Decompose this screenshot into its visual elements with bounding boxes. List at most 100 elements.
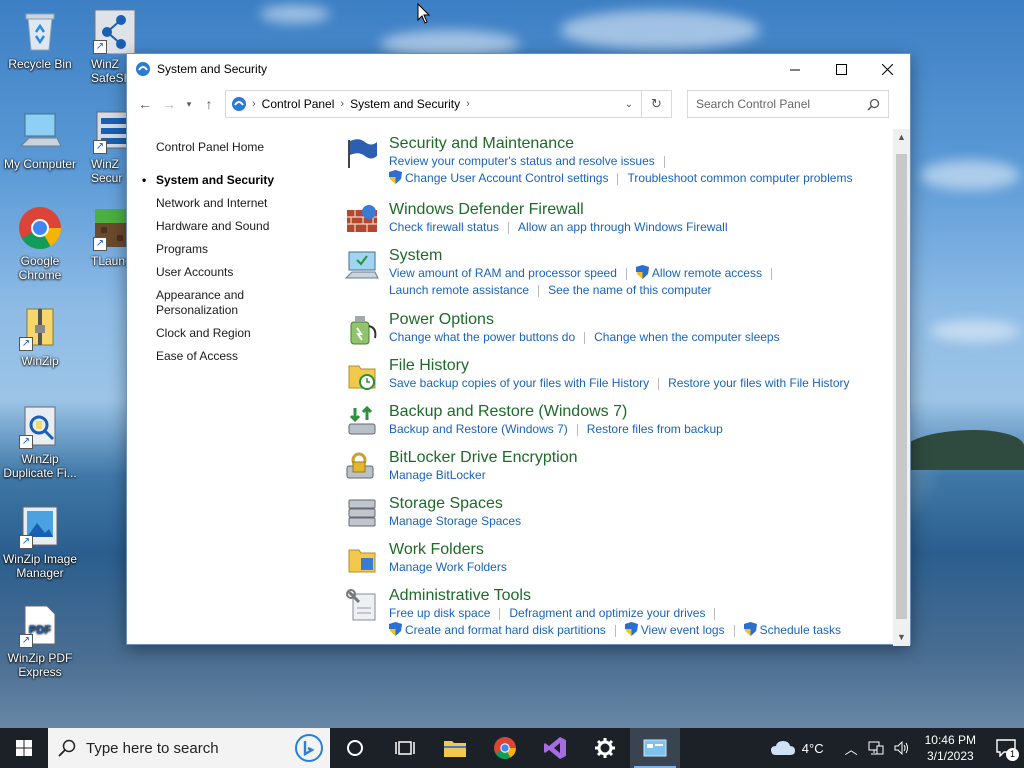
category-power-options: Power Options Change what the power butt… bbox=[345, 310, 895, 356]
link[interactable]: Change what the power buttons do bbox=[389, 330, 575, 344]
link[interactable]: Allow remote access bbox=[652, 266, 762, 280]
desktop-icon-winzip[interactable]: ↗ WinZip bbox=[0, 305, 80, 368]
category-title[interactable]: Windows Defender Firewall bbox=[389, 200, 895, 219]
chevron-right-icon[interactable]: › bbox=[466, 98, 470, 110]
mouse-cursor-icon bbox=[417, 3, 431, 24]
up-button[interactable]: ↑ bbox=[197, 92, 221, 116]
category-security-maintenance: Security and Maintenance Review your com… bbox=[345, 134, 895, 200]
taskbar-control-panel[interactable] bbox=[630, 728, 680, 768]
category-title[interactable]: Work Folders bbox=[389, 540, 895, 559]
minimize-button[interactable] bbox=[772, 54, 818, 84]
network-icon[interactable] bbox=[868, 741, 884, 755]
cortana-icon bbox=[347, 740, 363, 756]
nav-appearance-and-personalization[interactable]: Appearance and Personalization bbox=[156, 288, 266, 318]
link[interactable]: Manage Storage Spaces bbox=[389, 514, 521, 528]
speaker-icon[interactable] bbox=[894, 741, 910, 755]
title-bar[interactable]: System and Security bbox=[127, 54, 910, 84]
winzip-image-icon: ↗ bbox=[17, 503, 63, 549]
link[interactable]: Restore your files with File History bbox=[668, 376, 849, 390]
category-title[interactable]: Power Options bbox=[389, 310, 895, 329]
control-panel-window: System and Security ← → ▾ ↑ › Control Pa… bbox=[126, 53, 911, 646]
category-title[interactable]: Backup and Restore (Windows 7) bbox=[389, 402, 895, 421]
link[interactable]: See the name of this computer bbox=[548, 283, 711, 297]
link[interactable]: Manage Work Folders bbox=[389, 560, 507, 574]
desktop-icon-winzip-pdf-express[interactable]: PDF ↗ WinZip PDF Express bbox=[0, 602, 80, 679]
category-title[interactable]: BitLocker Drive Encryption bbox=[389, 448, 895, 467]
link[interactable]: Change User Account Control settings bbox=[405, 171, 608, 185]
address-bar[interactable]: › Control Panel › System and Security › … bbox=[225, 90, 642, 118]
category-title[interactable]: File History bbox=[389, 356, 895, 375]
back-button[interactable]: ← bbox=[133, 92, 157, 116]
refresh-button[interactable]: ↻ bbox=[642, 90, 672, 118]
link[interactable]: Check firewall status bbox=[389, 220, 499, 234]
link[interactable]: Backup and Restore (Windows 7) bbox=[389, 422, 568, 436]
maximize-button[interactable] bbox=[818, 54, 864, 84]
gear-icon bbox=[595, 738, 615, 758]
link[interactable]: Defragment and optimize your drives bbox=[509, 606, 705, 620]
link[interactable]: Restore files from backup bbox=[587, 422, 723, 436]
link[interactable]: Free up disk space bbox=[389, 606, 490, 620]
search-input[interactable] bbox=[696, 97, 867, 111]
weather-widget[interactable]: 4°C bbox=[770, 739, 824, 757]
winzip-duplicate-icon: ↗ bbox=[17, 403, 63, 449]
link[interactable]: View amount of RAM and processor speed bbox=[389, 266, 617, 280]
link[interactable]: Manage BitLocker bbox=[389, 468, 486, 482]
link[interactable]: View event logs bbox=[641, 623, 725, 637]
category-system: System View amount of RAM and processor … bbox=[345, 246, 895, 310]
file-history-icon bbox=[348, 365, 376, 390]
recent-locations-button[interactable]: ▾ bbox=[181, 92, 197, 116]
nav-clock-and-region[interactable]: Clock and Region bbox=[156, 326, 336, 341]
scroll-down-icon[interactable]: ▼ bbox=[893, 629, 910, 646]
scrollbar-thumb[interactable] bbox=[896, 154, 907, 619]
category-title[interactable]: Security and Maintenance bbox=[389, 134, 895, 153]
link[interactable]: Create and format hard disk partitions bbox=[405, 623, 606, 637]
link[interactable]: Change when the computer sleeps bbox=[594, 330, 779, 344]
nav-ease-of-access[interactable]: Ease of Access bbox=[156, 349, 336, 364]
close-button[interactable] bbox=[864, 54, 910, 84]
start-button[interactable] bbox=[0, 728, 48, 768]
task-view-button[interactable] bbox=[380, 728, 430, 768]
storage-spaces-icon bbox=[348, 499, 376, 527]
desktop-icon-winzip-duplicate-finder[interactable]: ↗ WinZip Duplicate Fi... bbox=[0, 403, 80, 480]
forward-button[interactable]: → bbox=[157, 92, 181, 116]
taskbar-file-explorer[interactable] bbox=[430, 728, 480, 768]
desktop-icon-winzip-image-manager[interactable]: ↗ WinZip Image Manager bbox=[0, 503, 80, 580]
link[interactable]: Review your computer's status and resolv… bbox=[389, 154, 655, 168]
notification-center-button[interactable]: 1 bbox=[988, 728, 1024, 768]
desktop-icon-google-chrome[interactable]: Google Chrome bbox=[0, 205, 80, 282]
category-title[interactable]: System bbox=[389, 246, 895, 265]
taskbar-settings[interactable] bbox=[580, 728, 630, 768]
desktop-icon-recycle-bin[interactable]: Recycle Bin bbox=[0, 8, 80, 71]
nav-user-accounts[interactable]: User Accounts bbox=[156, 265, 336, 280]
bing-icon[interactable] bbox=[294, 733, 324, 763]
nav-hardware-and-sound[interactable]: Hardware and Sound bbox=[156, 219, 336, 234]
cortana-button[interactable] bbox=[330, 728, 380, 768]
search-box[interactable] bbox=[687, 90, 889, 118]
search-icon[interactable] bbox=[867, 98, 880, 111]
vertical-scrollbar[interactable]: ▲ ▼ bbox=[893, 129, 910, 646]
taskbar-chrome[interactable] bbox=[480, 728, 530, 768]
link[interactable]: Save backup copies of your files with Fi… bbox=[389, 376, 649, 390]
search-icon bbox=[58, 739, 76, 757]
taskbar-search[interactable]: Type here to search bbox=[48, 728, 330, 768]
nav-programs[interactable]: Programs bbox=[156, 242, 336, 257]
taskbar-visual-studio[interactable] bbox=[530, 728, 580, 768]
winzip-icon: ↗ bbox=[17, 305, 63, 351]
address-dropdown-icon[interactable]: ⌄ bbox=[617, 99, 641, 110]
scroll-up-icon[interactable]: ▲ bbox=[893, 129, 910, 146]
breadcrumb-system-and-security[interactable]: System and Security bbox=[344, 97, 466, 111]
category-title[interactable]: Administrative Tools bbox=[389, 586, 895, 605]
category-title[interactable]: Storage Spaces bbox=[389, 494, 895, 513]
link[interactable]: Allow an app through Windows Firewall bbox=[518, 220, 727, 234]
nav-system-and-security[interactable]: System and Security bbox=[142, 173, 336, 188]
clock[interactable]: 10:46 PM 3/1/2023 bbox=[925, 732, 976, 764]
link[interactable]: Troubleshoot common computer problems bbox=[627, 171, 852, 185]
desktop-icon-my-computer[interactable]: My Computer bbox=[0, 108, 80, 171]
breadcrumb-control-panel[interactable]: Control Panel bbox=[256, 97, 341, 111]
nav-network-and-internet[interactable]: Network and Internet bbox=[156, 196, 336, 211]
nav-control-panel-home[interactable]: Control Panel Home bbox=[156, 140, 336, 155]
link[interactable]: Schedule tasks bbox=[760, 623, 841, 637]
chevron-up-icon[interactable]: ︿ bbox=[845, 739, 858, 758]
winzip-pdf-icon: PDF ↗ bbox=[17, 602, 63, 648]
link[interactable]: Launch remote assistance bbox=[389, 283, 529, 297]
